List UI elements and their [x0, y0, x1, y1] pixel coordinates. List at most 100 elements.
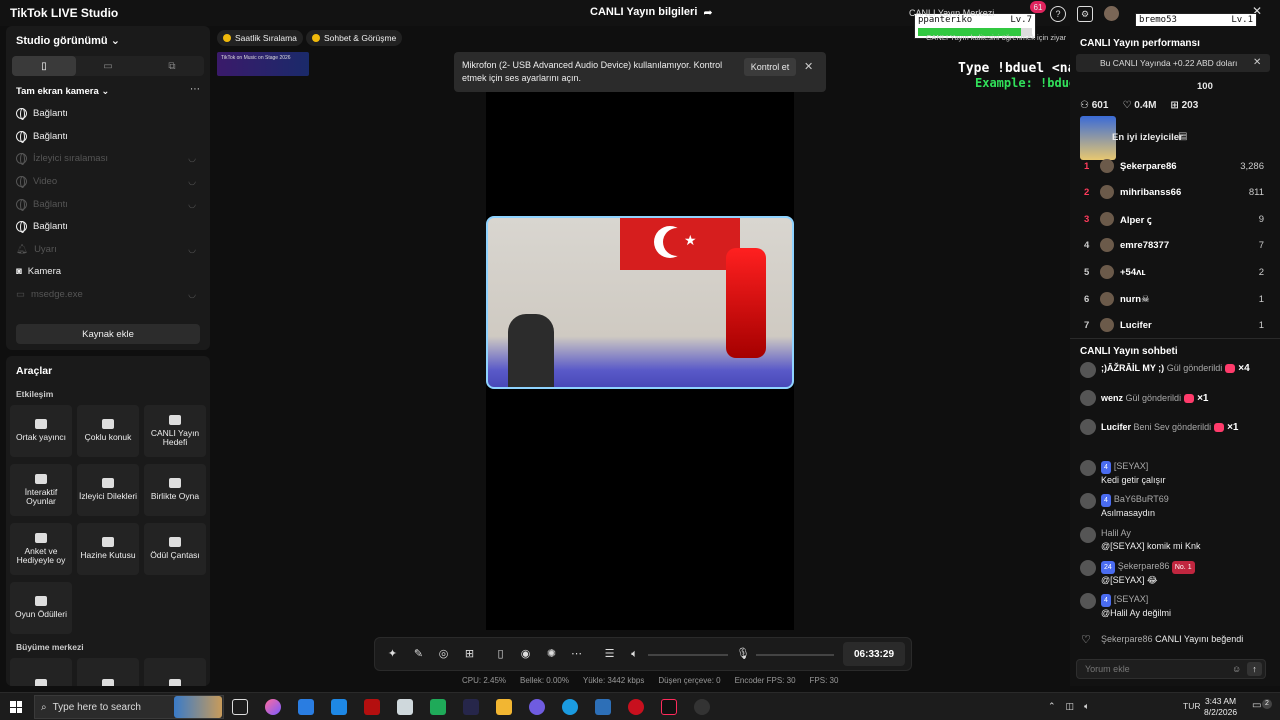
opera-icon[interactable]: [628, 699, 644, 715]
viewer-row[interactable]: 5 +54ʌʟ 2: [1084, 262, 1264, 282]
more-icon[interactable]: ⋯: [190, 84, 200, 95]
source-item[interactable]: Bağlantı: [16, 126, 196, 146]
source-item[interactable]: ◙ Kamera: [16, 261, 196, 281]
tool-multi-guest[interactable]: Çoklu konuk: [77, 405, 139, 457]
portrait-option[interactable]: ▯: [12, 56, 76, 76]
tool-poll[interactable]: Anket ve Hediyeyle oy: [10, 523, 72, 575]
mixer-icon[interactable]: ☰: [603, 648, 616, 661]
chat-chip[interactable]: Sohbet & Görüşme: [306, 30, 403, 46]
settings-icon[interactable]: ⚙: [1077, 6, 1093, 22]
system-tray[interactable]: ⌃ ◫ 🔈︎: [1048, 701, 1089, 712]
stream-info-button[interactable]: CANLI Yayın bilgileri ➦: [590, 6, 713, 19]
live-center-link[interactable]: CANLI Yayın Merkezi: [909, 8, 994, 18]
tool-reward-bag[interactable]: Ödül Çantası: [144, 523, 206, 575]
hourly-ranking-chip[interactable]: Saatlik Sıralama: [217, 30, 303, 46]
mic-icon[interactable]: 🎙︎: [736, 648, 750, 661]
network-icon[interactable]: ◫: [1066, 701, 1075, 712]
more-icon[interactable]: ⋯: [570, 648, 583, 661]
source-item[interactable]: İzleyici sıralaması ◡: [16, 148, 196, 168]
viewer-row[interactable]: 1 Şekerpare86 3,286: [1084, 156, 1264, 176]
app-icon[interactable]: [694, 699, 710, 715]
viewer-row[interactable]: 2 mihribanss66 811: [1084, 182, 1264, 202]
speaker-icon[interactable]: 🔈︎: [628, 648, 641, 661]
volume-slider[interactable]: [648, 654, 728, 656]
copilot-icon[interactable]: [265, 699, 281, 715]
tool-growth-1[interactable]: [10, 658, 72, 686]
task-view-icon[interactable]: [232, 699, 248, 715]
viewer-name: Şekerpare86: [1120, 160, 1177, 172]
check-button[interactable]: Kontrol et: [744, 58, 796, 76]
volume-icon[interactable]: 🔈︎: [1084, 701, 1089, 712]
phone-icon[interactable]: ▯: [494, 648, 507, 661]
magic-icon[interactable]: ✦: [386, 648, 399, 661]
viewer-row[interactable]: 6 nurn☠ 1: [1084, 289, 1264, 309]
multi-option[interactable]: ⧉: [140, 56, 204, 76]
chat-user: Şekerpare86: [1101, 634, 1153, 644]
eye-off-icon[interactable]: ◡: [188, 244, 196, 255]
tool-growth-3[interactable]: [144, 658, 206, 686]
promo-banner[interactable]: TikTok on Music on Stage 2026: [217, 52, 309, 76]
eye-off-icon[interactable]: ◡: [188, 176, 196, 187]
add-source-button[interactable]: Kaynak ekle: [16, 324, 200, 344]
language-indicator[interactable]: TUR: [1183, 701, 1200, 711]
tool-live-goal[interactable]: CANLI Yayın Hedefi: [144, 405, 206, 457]
mic-slider[interactable]: [756, 654, 834, 656]
windows-start-icon[interactable]: [10, 701, 22, 713]
viewer-row[interactable]: 3 Alper ꞔ 9: [1084, 209, 1264, 229]
notification-center-icon[interactable]: ▭: [1252, 700, 1261, 711]
edge-icon[interactable]: [562, 699, 578, 715]
emoji-icon[interactable]: ☺: [1232, 664, 1241, 674]
source-item[interactable]: Video ◡: [16, 171, 196, 191]
store-icon[interactable]: [298, 699, 314, 715]
tool-viewer-wishes[interactable]: İzleyici Dilekleri: [77, 464, 139, 516]
landscape-option[interactable]: ▭: [76, 56, 140, 76]
source-item[interactable]: Bağlantı ◡: [16, 194, 196, 214]
toast-text: Mikrofon (2- USB Advanced Audio Device) …: [462, 60, 723, 83]
orientation-toggle[interactable]: ▯ ▭ ⧉: [12, 56, 204, 76]
app-icon[interactable]: [364, 699, 380, 715]
tool-cohost[interactable]: Ortak yayıncı: [10, 405, 72, 457]
list-icon[interactable]: ▤: [1178, 131, 1187, 142]
eye-off-icon[interactable]: ◡: [188, 289, 196, 300]
clock[interactable]: 3:43 AM 8/2/2026: [1204, 696, 1237, 718]
source-item[interactable]: 🔔︎ Uyarı ◡: [16, 239, 196, 259]
edit-icon[interactable]: ✎: [412, 648, 425, 661]
weather-widget[interactable]: [174, 696, 222, 718]
studio-view-dropdown[interactable]: Studio görünümü ⌄: [16, 34, 120, 47]
camera-settings-icon[interactable]: ✺: [545, 648, 558, 661]
tool-play-together[interactable]: Birlikte Oyna: [144, 464, 206, 516]
avatar[interactable]: [1104, 6, 1119, 21]
close-icon[interactable]: ✕: [804, 60, 813, 73]
record-icon[interactable]: ◉: [519, 648, 532, 661]
source-item[interactable]: Bağlantı: [16, 103, 196, 123]
viewer-row[interactable]: 7 Lucifer 1: [1084, 315, 1264, 335]
scene-dropdown[interactable]: Tam ekran kamera ⌄: [16, 86, 109, 97]
quality-notice[interactable]: CANLI Yayın kalitesini öğrenmek için ziy…: [926, 33, 1066, 42]
tiktok-icon[interactable]: [661, 699, 677, 715]
close-icon[interactable]: ✕: [1253, 57, 1261, 68]
app-icon[interactable]: [595, 699, 611, 715]
tool-interactive-games[interactable]: İnteraktif Oyunlar: [10, 464, 72, 516]
help-icon[interactable]: ?: [1050, 6, 1066, 22]
send-icon[interactable]: ↑: [1247, 662, 1262, 676]
source-item[interactable]: Bağlantı: [16, 216, 196, 236]
eye-off-icon[interactable]: ◡: [188, 153, 196, 164]
eye-off-icon[interactable]: ◡: [188, 199, 196, 210]
source-item[interactable]: ▭ msedge.exe ◡: [16, 284, 196, 304]
tool-treasure-box[interactable]: Hazine Kutusu: [77, 523, 139, 575]
dropped-frames-stat: Düşen çerçeve: 0: [658, 676, 721, 685]
mail-icon[interactable]: [331, 699, 347, 715]
chevron-up-icon[interactable]: ⌃: [1048, 701, 1056, 712]
app-icon[interactable]: [529, 699, 545, 715]
app-icon[interactable]: [463, 699, 479, 715]
app-icon[interactable]: [397, 699, 413, 715]
viewer-row[interactable]: 4 emre78377 7: [1084, 235, 1264, 255]
add-scene-icon[interactable]: ⊞: [463, 648, 476, 661]
tool-growth-2[interactable]: [77, 658, 139, 686]
effects-icon[interactable]: ◎: [437, 648, 450, 661]
tool-game-rewards[interactable]: Oyun Ödülleri: [10, 582, 72, 634]
sources-panel: Studio görünümü ⌄ ▯ ▭ ⧉ Tam ekran kamera…: [6, 26, 210, 350]
app-icon[interactable]: [430, 699, 446, 715]
folder-icon[interactable]: [496, 699, 512, 715]
tool-label: Oyun Ödülleri: [15, 609, 67, 620]
